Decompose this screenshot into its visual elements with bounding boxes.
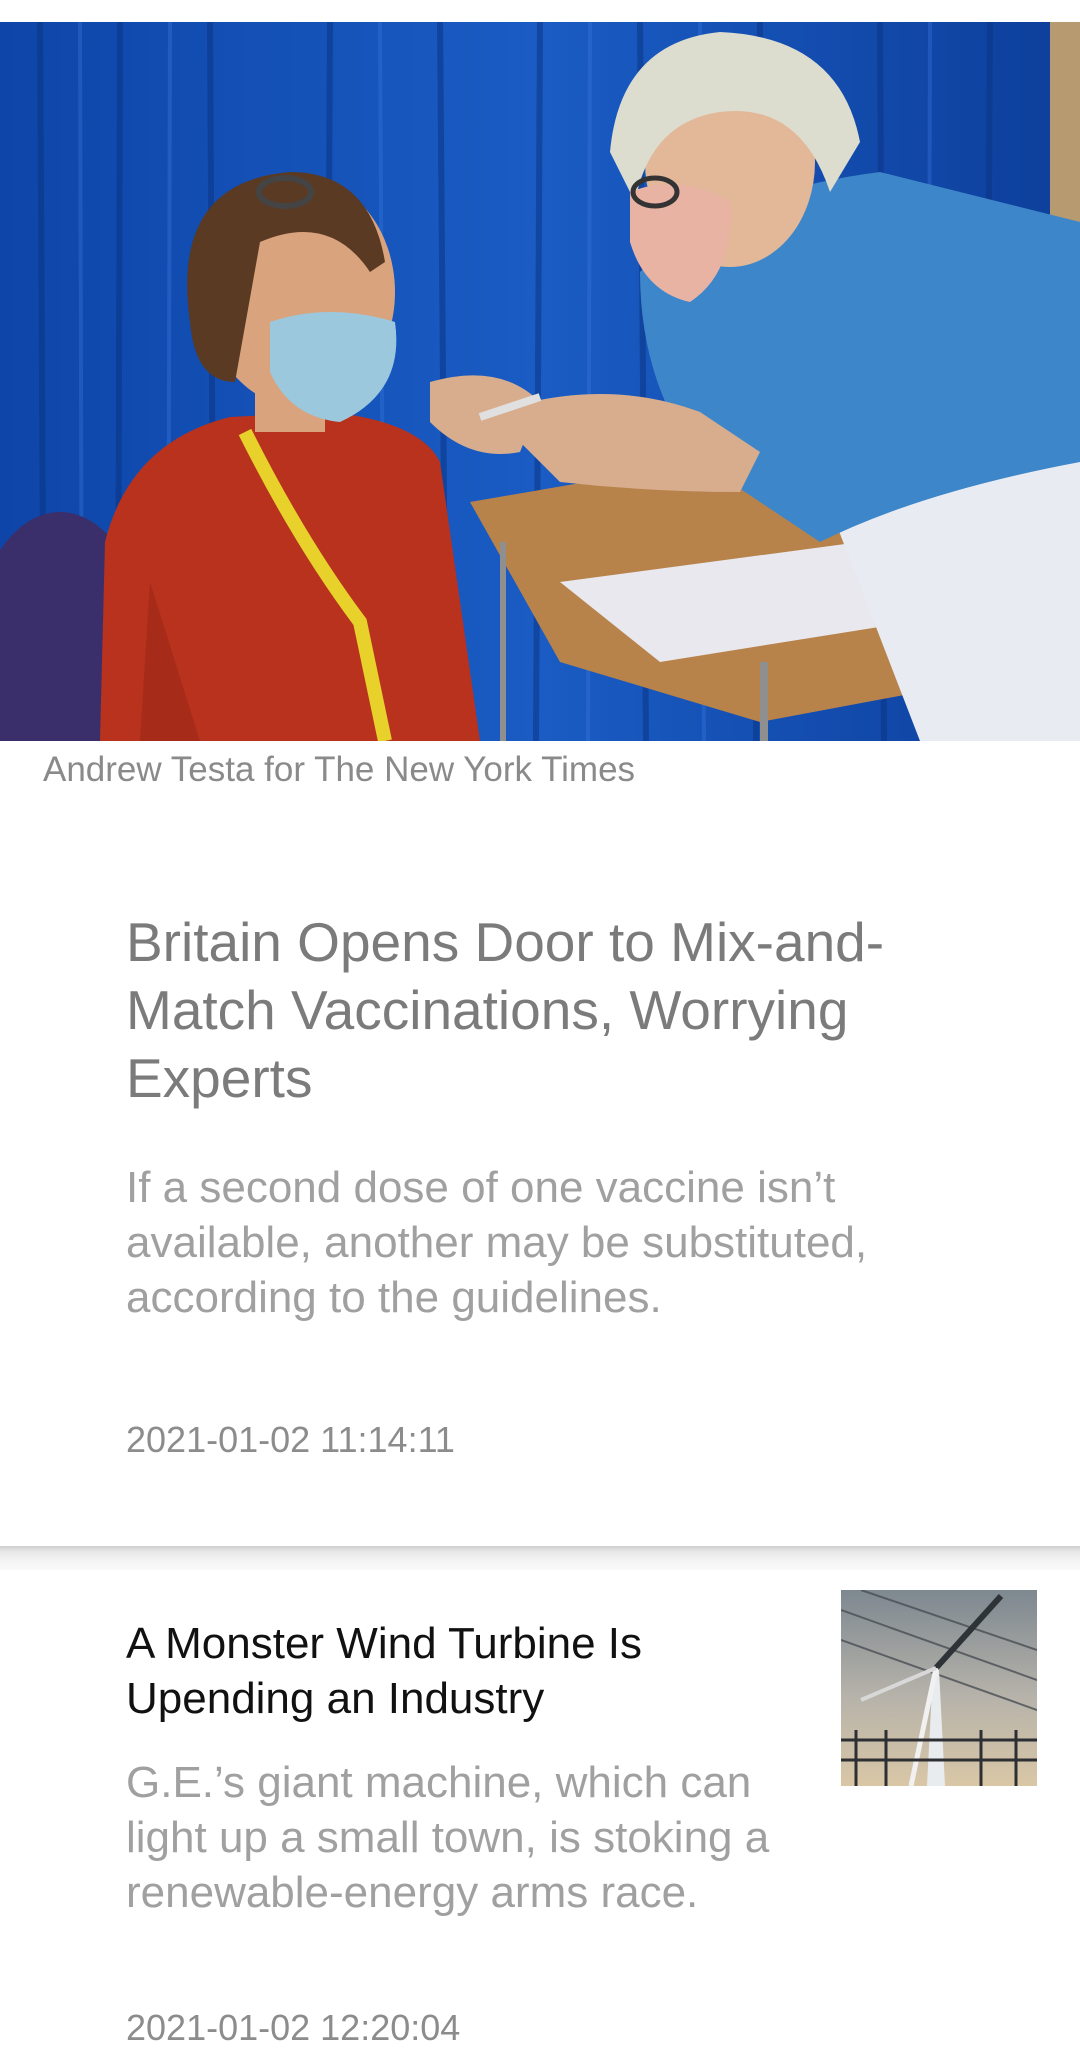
lead-article-summary[interactable]: If a second dose of one vaccine isn’t av…: [126, 1160, 956, 1325]
second-article-title[interactable]: A Monster Wind Turbine Is Upending an In…: [126, 1616, 746, 1726]
lead-article-photo[interactable]: [0, 22, 1080, 741]
second-article-timestamp: 2021-01-02 12:20:04: [126, 2007, 461, 2048]
card-divider: [0, 1546, 1080, 1570]
second-article-thumbnail[interactable]: [841, 1590, 1037, 1786]
vaccination-photo-illustration: [0, 22, 1080, 741]
lead-article-title[interactable]: Britain Opens Door to Mix-and-Match Vacc…: [126, 908, 946, 1112]
photo-credit: Andrew Testa for The New York Times: [43, 750, 636, 789]
wind-turbine-photo-illustration: [841, 1590, 1037, 1786]
second-article-summary[interactable]: G.E.’s giant machine, which can light up…: [126, 1755, 776, 1920]
lead-article-timestamp: 2021-01-02 11:14:11: [126, 1419, 455, 1460]
status-gap: [0, 0, 1080, 22]
